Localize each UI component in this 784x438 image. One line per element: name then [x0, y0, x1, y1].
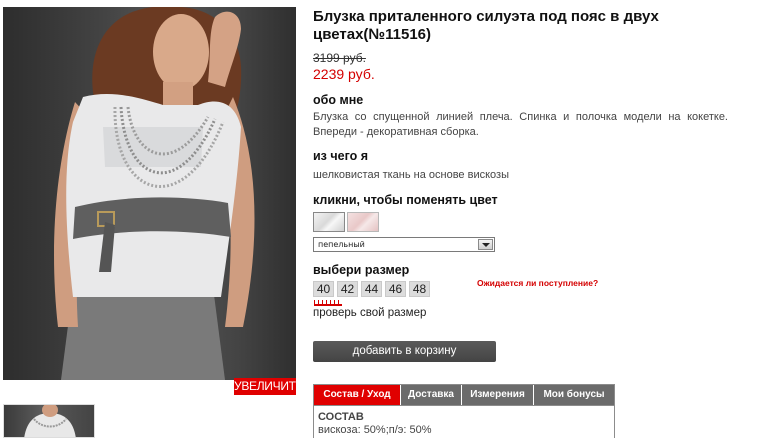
size-option-48[interactable]: 48 — [409, 281, 430, 297]
check-size-link[interactable]: проверь свой размер — [313, 307, 426, 319]
product-info: Блузка приталенного силуэта под пояс в д… — [313, 8, 728, 297]
product-photo[interactable] — [3, 7, 296, 380]
size-option-46[interactable]: 46 — [385, 281, 406, 297]
tab-measurements[interactable]: Измерения — [462, 385, 534, 405]
material-heading: из чего я — [313, 149, 369, 163]
material-text: шелковистая ткань на основе вискозы — [313, 169, 509, 181]
size-option-40[interactable]: 40 — [313, 281, 334, 297]
chevron-down-icon[interactable] — [478, 239, 493, 250]
tab-delivery[interactable]: Доставка — [401, 385, 462, 405]
new-price: 2239 руб. — [313, 66, 375, 82]
ruler-icon — [314, 300, 342, 306]
size-heading: выбери размер — [313, 263, 410, 277]
color-select[interactable]: пепельный — [313, 237, 495, 252]
size-option-42[interactable]: 42 — [337, 281, 358, 297]
about-text: Блузка со спущенной линией плеча. Спинка… — [313, 111, 728, 138]
info-tabs: Состав / Уход Доставка Измерения Мои бон… — [313, 384, 615, 438]
product-thumbnail[interactable] — [3, 404, 95, 438]
color-swatch-grey[interactable] — [313, 212, 345, 232]
thumbnail-illustration — [24, 405, 76, 437]
add-to-cart-button[interactable]: добавить в корзину — [313, 341, 496, 362]
color-swatch-pink[interactable] — [347, 212, 379, 232]
about-heading: обо мне — [313, 93, 364, 107]
model-illustration — [54, 7, 255, 380]
tab-composition-care[interactable]: Состав / Уход — [314, 385, 401, 405]
old-price: 3199 руб. — [313, 51, 366, 65]
color-heading: кликни, чтобы поменять цвет — [313, 193, 498, 207]
tab-content: СОСТАВ вискоза: 50%;п/э: 50% — [314, 406, 614, 438]
product-title: Блузка приталенного силуэта под пояс в д… — [313, 8, 659, 43]
tab-bonuses[interactable]: Мои бонусы — [534, 385, 614, 405]
availability-link[interactable]: Ожидается ли поступление? — [477, 278, 598, 288]
color-select-value: пепельный — [318, 240, 365, 249]
tab-content-text: вискоза: 50%;п/э: 50% — [318, 424, 432, 436]
zoom-button[interactable]: УВЕЛИЧИТЬ — [234, 378, 304, 395]
color-swatches — [313, 212, 728, 232]
tab-content-title: СОСТАВ — [318, 411, 364, 423]
tab-bar: Состав / Уход Доставка Измерения Мои бон… — [314, 385, 614, 406]
size-option-44[interactable]: 44 — [361, 281, 382, 297]
